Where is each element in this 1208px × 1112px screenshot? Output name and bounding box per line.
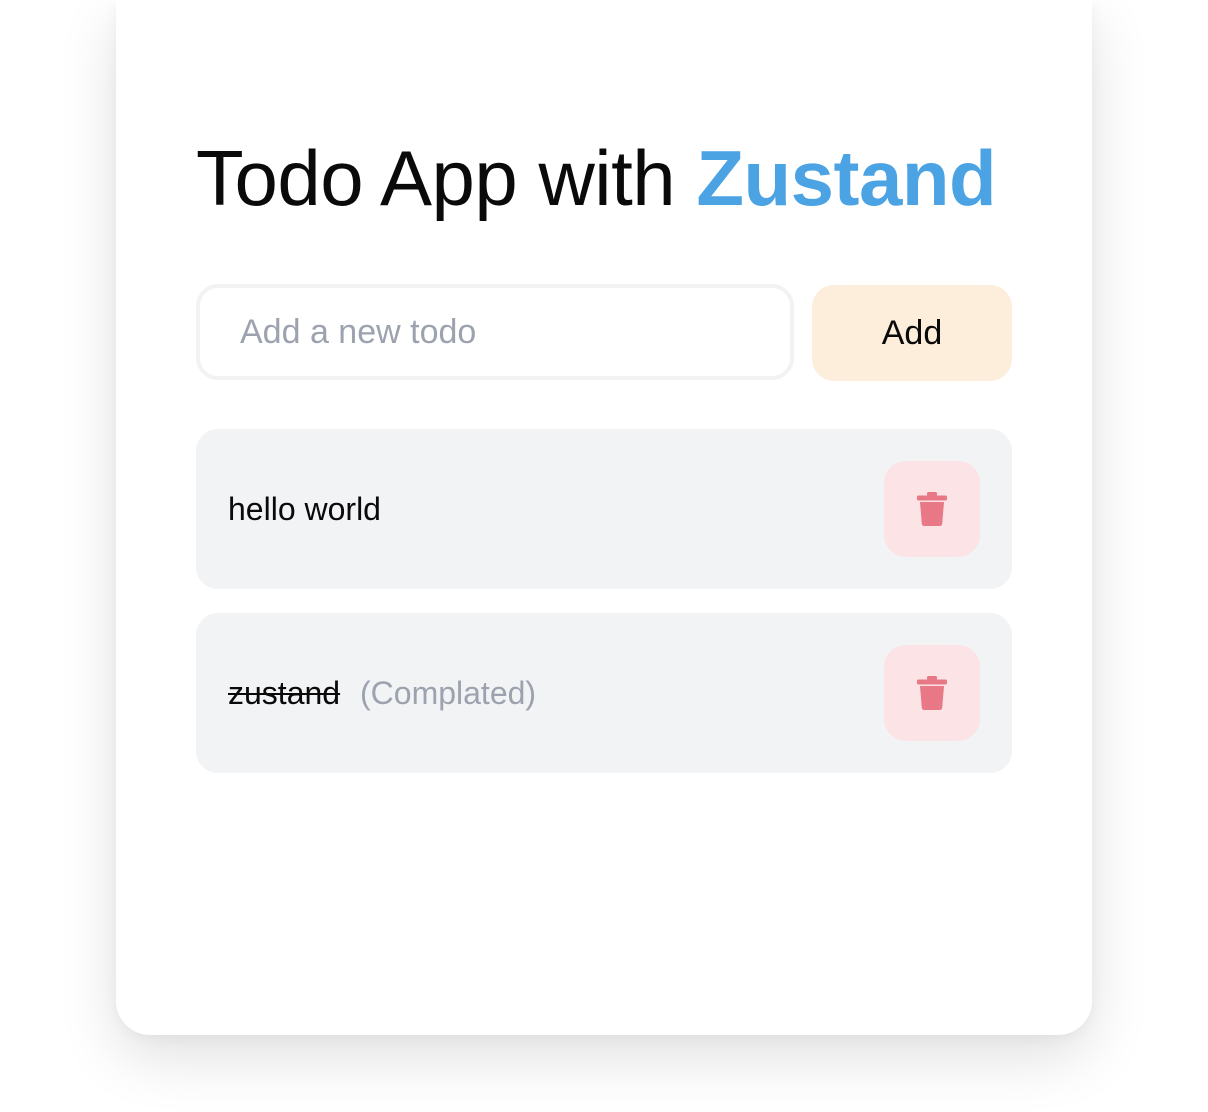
new-todo-input[interactable] — [196, 284, 794, 380]
todo-status-label: (Complated) — [360, 675, 537, 711]
add-button[interactable]: Add — [812, 285, 1012, 381]
title-brand: Zustand — [696, 134, 997, 222]
todo-item: zustand (Complated) — [196, 613, 1012, 773]
todo-item: hello world — [196, 429, 1012, 589]
todo-text: zustand — [228, 675, 341, 711]
todo-text: hello world — [228, 491, 381, 527]
title-prefix: Todo App with — [196, 134, 697, 222]
trash-icon — [917, 676, 947, 710]
page-title: Todo App with Zustand — [196, 132, 997, 224]
trash-icon — [917, 492, 947, 526]
delete-todo-button[interactable] — [884, 645, 980, 741]
delete-todo-button[interactable] — [884, 461, 980, 557]
todo-card: Todo App with Zustand Add hello world zu… — [116, 0, 1092, 1035]
